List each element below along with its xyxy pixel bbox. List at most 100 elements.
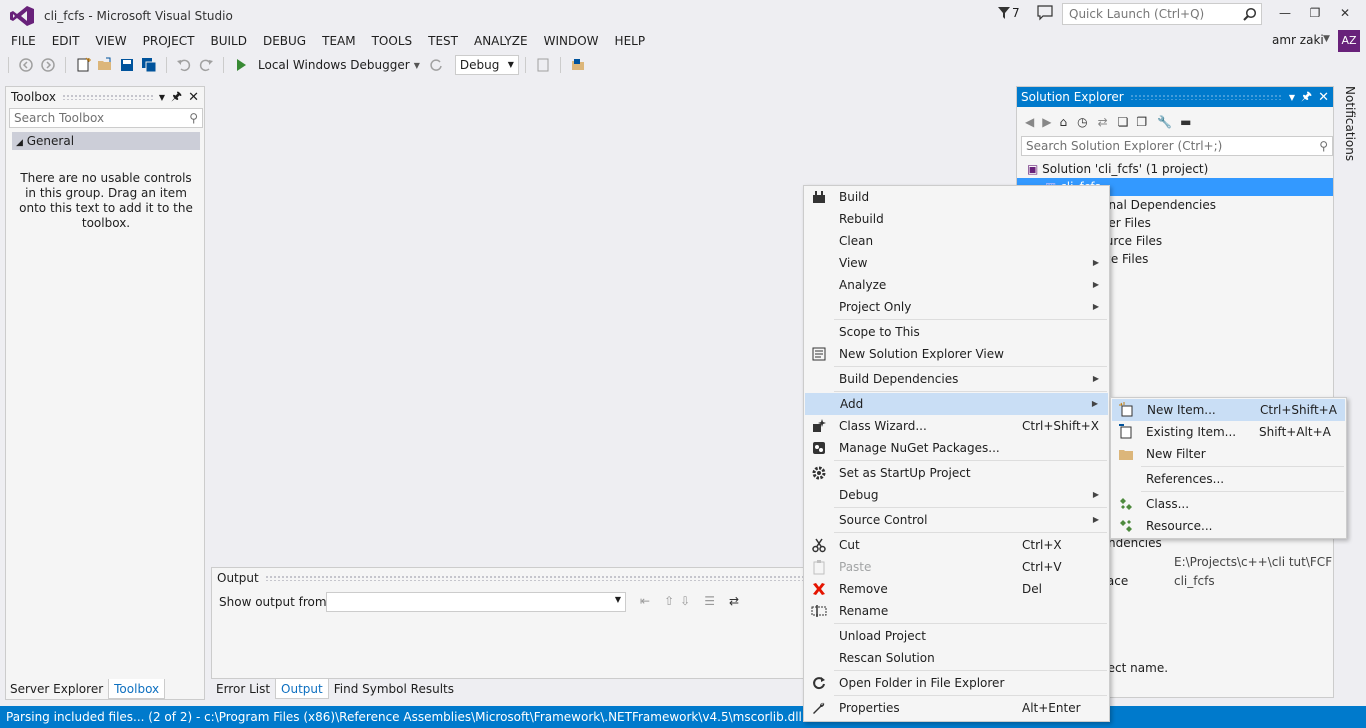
context-menu-cut[interactable]: Cut Ctrl+X [804,534,1109,556]
find-in-files-icon[interactable] [535,57,551,73]
pin-icon[interactable]: 🖈 [171,87,182,108]
context-menu-build[interactable]: Build [804,186,1109,208]
context-menu-scope-to-this[interactable]: Scope to This [804,321,1109,343]
sync-icon[interactable]: ⇄ [1098,115,1108,129]
menu-test[interactable]: TEST [420,31,466,51]
save-icon[interactable] [119,57,135,73]
menu-team[interactable]: TEAM [314,31,363,51]
history-icon[interactable]: ◷ [1077,115,1087,129]
solution-explorer-search-input[interactable]: Search Solution Explorer (Ctrl+;) ⚲ [1021,136,1333,156]
solution-explorer-icon[interactable] [570,57,586,73]
context-menu-class-wizard[interactable]: Class Wizard... Ctrl+Shift+X [804,415,1109,437]
add-menu-class[interactable]: Class... [1111,493,1346,515]
close-icon[interactable]: ✕ [1318,90,1329,105]
minimize-button[interactable]: — [1273,6,1297,22]
user-name[interactable]: amr zaki [1272,33,1324,47]
wrench-icon[interactable]: 🔧 [1157,115,1172,129]
menu-file[interactable]: FILE [3,31,44,51]
back-icon[interactable] [18,57,34,73]
context-menu-rebuild[interactable]: Rebuild [804,208,1109,230]
next-message-icon[interactable]: ⇩ [680,594,690,608]
window-position-icon[interactable]: ▼ [159,93,165,102]
toolbox-search-input[interactable]: Search Toolbox ⚲ [9,108,203,128]
maximize-button[interactable]: ❐ [1303,6,1327,22]
add-menu-references[interactable]: References... [1111,468,1346,490]
menu-window[interactable]: WINDOW [536,31,607,51]
menu-edit[interactable]: EDIT [44,31,88,51]
clear-all-icon[interactable]: ☰ [704,594,715,608]
previous-message-icon[interactable]: ⇧ [664,594,674,608]
pin-icon[interactable]: 🖈 [1301,87,1312,108]
context-menu-new-solution-explorer-view[interactable]: New Solution Explorer View [804,343,1109,365]
menu-help[interactable]: HELP [607,31,654,51]
back-icon[interactable]: ◀ [1025,115,1034,129]
show-all-files-icon[interactable]: ❐ [1136,115,1147,129]
toolbox-group-general[interactable]: ◢ General [12,132,200,150]
tab-server-explorer[interactable]: Server Explorer [5,679,108,699]
add-menu-new-item[interactable]: New Item... Ctrl+Shift+A [1112,399,1345,421]
menu-separator [1141,491,1344,492]
menu-project[interactable]: PROJECT [135,31,203,51]
menu-item-shortcut: Del [1022,582,1042,596]
panel-grip[interactable] [62,94,153,100]
menu-view[interactable]: VIEW [87,31,134,51]
context-menu-project-only[interactable]: Project Only ▶ [804,296,1109,318]
solution-configuration-select[interactable]: Debug ▼ [454,55,519,75]
close-button[interactable]: ✕ [1333,6,1357,22]
context-menu-rename[interactable]: Rename [804,600,1109,622]
context-menu-properties[interactable]: Properties Alt+Enter [804,697,1109,719]
redo-icon[interactable] [198,57,214,73]
tab-toolbox[interactable]: Toolbox [108,679,166,699]
menu-analyze[interactable]: ANALYZE [466,31,536,51]
menu-build[interactable]: BUILD [202,31,254,51]
context-menu-debug[interactable]: Debug ▶ [804,484,1109,506]
notifications-side-tab[interactable]: Notifications [1341,86,1361,166]
word-wrap-icon[interactable]: ⇄ [729,594,739,608]
menu-debug[interactable]: DEBUG [255,31,314,51]
context-menu-manage-nuget-packages[interactable]: Manage NuGet Packages... [804,437,1109,459]
context-menu-clean[interactable]: Clean [804,230,1109,252]
context-menu-paste: Paste Ctrl+V [804,556,1109,578]
context-menu-unload-project[interactable]: Unload Project [804,625,1109,647]
window-position-icon[interactable]: ▼ [1289,93,1295,102]
start-debugger-button[interactable]: Local Windows Debugger [258,58,410,72]
new-project-icon[interactable] [75,57,91,73]
feedback-filter[interactable]: 7 [998,6,1020,20]
context-menu-remove[interactable]: Remove Del [804,578,1109,600]
tree-node-solution[interactable]: ▣ Solution 'cli_fcfs' (1 project) [1017,160,1333,178]
add-menu-resource[interactable]: Resource... [1111,515,1346,537]
debugger-dropdown-icon[interactable]: ▼ [414,61,420,70]
context-menu-analyze[interactable]: Analyze ▶ [804,274,1109,296]
context-menu-rescan-solution[interactable]: Rescan Solution [804,647,1109,669]
play-icon[interactable] [233,57,249,73]
avatar[interactable]: AZ [1338,30,1360,52]
preview-icon[interactable]: ▬ [1180,115,1191,129]
context-menu-source-control[interactable]: Source Control ▶ [804,509,1109,531]
context-menu-add[interactable]: Add ▶ [805,393,1108,415]
add-menu-existing-item[interactable]: Existing Item... Shift+Alt+A [1111,421,1346,443]
context-menu-view[interactable]: View ▶ [804,252,1109,274]
close-icon[interactable]: ✕ [188,90,199,105]
undo-icon[interactable] [176,57,192,73]
open-file-icon[interactable] [97,57,113,73]
output-source-select[interactable]: ▼ [326,592,626,612]
quick-launch-input[interactable]: Quick Launch (Ctrl+Q) [1062,3,1262,25]
menu-tools[interactable]: TOOLS [364,31,421,51]
add-menu-new-filter[interactable]: New Filter [1111,443,1346,465]
forward-icon[interactable]: ▶ [1042,115,1051,129]
user-caret-icon[interactable]: ▼ [1323,34,1330,44]
context-menu-set-as-startup-project[interactable]: Set as StartUp Project [804,462,1109,484]
panel-grip[interactable] [1129,94,1283,100]
chat-icon[interactable] [1037,5,1053,21]
save-all-icon[interactable] [141,57,157,73]
context-menu-open-folder-in-file-explorer[interactable]: Open Folder in File Explorer [804,672,1109,694]
tab-output[interactable]: Output [275,679,329,699]
find-message-icon[interactable]: ⇤ [640,594,650,608]
home-icon[interactable]: ⌂ [1059,115,1067,129]
collapse-all-icon[interactable]: ❏ [1118,115,1129,129]
tab-find-symbol-results[interactable]: Find Symbol Results [329,679,459,699]
context-menu-build-dependencies[interactable]: Build Dependencies ▶ [804,368,1109,390]
refresh-icon[interactable] [428,57,444,73]
forward-icon[interactable] [40,57,56,73]
tab-error-list[interactable]: Error List [211,679,275,699]
